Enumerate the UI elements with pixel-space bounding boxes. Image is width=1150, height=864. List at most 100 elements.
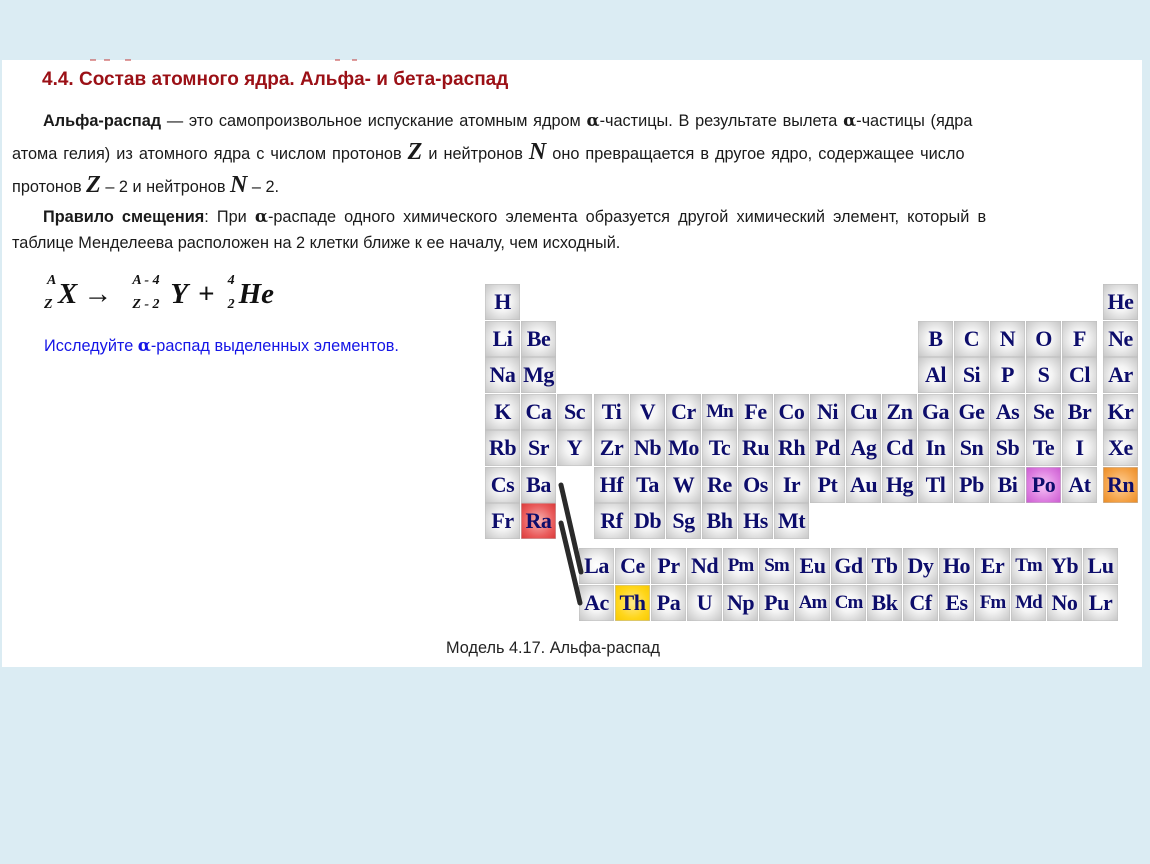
element-cell-in[interactable]: In bbox=[918, 430, 953, 466]
element-cell-li[interactable]: Li bbox=[485, 320, 520, 357]
element-cell-la[interactable]: La bbox=[579, 548, 614, 584]
element-cell-pm[interactable]: Pm bbox=[723, 548, 758, 584]
element-cell-zr[interactable]: Zr bbox=[594, 430, 629, 466]
element-cell-pu[interactable]: Pu bbox=[759, 585, 794, 621]
element-cell-eu[interactable]: Eu bbox=[795, 548, 830, 584]
element-cell-u[interactable]: U bbox=[687, 585, 722, 621]
element-cell-ne[interactable]: Ne bbox=[1103, 320, 1138, 357]
element-cell-pd[interactable]: Pd bbox=[810, 430, 845, 466]
element-cell-kr[interactable]: Kr bbox=[1103, 393, 1138, 430]
element-cell-rb[interactable]: Rb bbox=[485, 430, 520, 466]
element-cell-se[interactable]: Se bbox=[1026, 393, 1061, 430]
element-cell-tb[interactable]: Tb bbox=[867, 548, 902, 584]
element-cell-te[interactable]: Te bbox=[1026, 430, 1061, 466]
element-cell-bh[interactable]: Bh bbox=[702, 503, 737, 539]
element-cell-ni[interactable]: Ni bbox=[810, 393, 845, 430]
element-cell-tl[interactable]: Tl bbox=[918, 466, 953, 503]
element-cell-at[interactable]: At bbox=[1062, 466, 1097, 503]
element-cell-sn[interactable]: Sn bbox=[954, 430, 989, 466]
element-cell-sg[interactable]: Sg bbox=[666, 503, 701, 539]
element-cell-am[interactable]: Am bbox=[795, 585, 830, 621]
element-cell-pb[interactable]: Pb bbox=[954, 466, 989, 503]
element-cell-as[interactable]: As bbox=[990, 393, 1025, 430]
element-cell-tm[interactable]: Tm bbox=[1011, 548, 1046, 584]
element-cell-mn[interactable]: Mn bbox=[702, 393, 737, 430]
element-cell-ir[interactable]: Ir bbox=[774, 466, 809, 503]
element-cell-be[interactable]: Be bbox=[521, 320, 556, 357]
element-cell-n[interactable]: N bbox=[990, 320, 1025, 357]
element-cell-fe[interactable]: Fe bbox=[738, 393, 773, 430]
element-cell-er[interactable]: Er bbox=[975, 548, 1010, 584]
element-cell-no[interactable]: No bbox=[1047, 585, 1082, 621]
element-cell-ge[interactable]: Ge bbox=[954, 393, 989, 430]
element-cell-es[interactable]: Es bbox=[939, 585, 974, 621]
element-cell-db[interactable]: Db bbox=[630, 503, 665, 539]
element-cell-os[interactable]: Os bbox=[738, 466, 773, 503]
element-cell-ho[interactable]: Ho bbox=[939, 548, 974, 584]
element-cell-ra[interactable]: Ra bbox=[521, 503, 556, 539]
element-cell-k[interactable]: K bbox=[485, 393, 520, 430]
element-cell-dy[interactable]: Dy bbox=[903, 548, 938, 584]
element-cell-re[interactable]: Re bbox=[702, 466, 737, 503]
element-cell-si[interactable]: Si bbox=[954, 357, 989, 393]
element-cell-pt[interactable]: Pt bbox=[810, 466, 845, 503]
element-cell-np[interactable]: Np bbox=[723, 585, 758, 621]
element-cell-rf[interactable]: Rf bbox=[594, 503, 629, 539]
element-cell-pr[interactable]: Pr bbox=[651, 548, 686, 584]
element-cell-ru[interactable]: Ru bbox=[738, 430, 773, 466]
element-cell-ga[interactable]: Ga bbox=[918, 393, 953, 430]
element-cell-al[interactable]: Al bbox=[918, 357, 953, 393]
element-cell-ag[interactable]: Ag bbox=[846, 430, 881, 466]
element-cell-ac[interactable]: Ac bbox=[579, 585, 614, 621]
element-cell-cu[interactable]: Cu bbox=[846, 393, 881, 430]
element-cell-nb[interactable]: Nb bbox=[630, 430, 665, 466]
element-cell-ce[interactable]: Ce bbox=[615, 548, 650, 584]
element-cell-po[interactable]: Po bbox=[1026, 466, 1061, 503]
element-cell-co[interactable]: Co bbox=[774, 393, 809, 430]
element-cell-y[interactable]: Y bbox=[557, 430, 592, 466]
element-cell-mo[interactable]: Mo bbox=[666, 430, 701, 466]
element-cell-lu[interactable]: Lu bbox=[1083, 548, 1118, 584]
element-cell-yb[interactable]: Yb bbox=[1047, 548, 1082, 584]
element-cell-cf[interactable]: Cf bbox=[903, 585, 938, 621]
element-cell-cm[interactable]: Cm bbox=[831, 585, 866, 621]
element-cell-lr[interactable]: Lr bbox=[1083, 585, 1118, 621]
element-cell-sr[interactable]: Sr bbox=[521, 430, 556, 466]
element-cell-ar[interactable]: Ar bbox=[1103, 357, 1138, 393]
element-cell-br[interactable]: Br bbox=[1062, 393, 1097, 430]
element-cell-mg[interactable]: Mg bbox=[521, 357, 556, 393]
element-cell-hf[interactable]: Hf bbox=[594, 466, 629, 503]
element-cell-fm[interactable]: Fm bbox=[975, 585, 1010, 621]
element-cell-nd[interactable]: Nd bbox=[687, 548, 722, 584]
element-cell-sm[interactable]: Sm bbox=[759, 548, 794, 584]
element-cell-s[interactable]: S bbox=[1026, 357, 1061, 393]
element-cell-he[interactable]: He bbox=[1103, 284, 1138, 320]
element-cell-fr[interactable]: Fr bbox=[485, 503, 520, 539]
element-cell-ti[interactable]: Ti bbox=[594, 393, 629, 430]
element-cell-v[interactable]: V bbox=[630, 393, 665, 430]
element-cell-rn[interactable]: Rn bbox=[1103, 466, 1138, 503]
element-cell-cd[interactable]: Cd bbox=[882, 430, 917, 466]
element-cell-na[interactable]: Na bbox=[485, 357, 520, 393]
element-cell-pa[interactable]: Pa bbox=[651, 585, 686, 621]
element-cell-gd[interactable]: Gd bbox=[831, 548, 866, 584]
element-cell-hs[interactable]: Hs bbox=[738, 503, 773, 539]
element-cell-rh[interactable]: Rh bbox=[774, 430, 809, 466]
element-cell-sc[interactable]: Sc bbox=[557, 393, 592, 430]
element-cell-bk[interactable]: Bk bbox=[867, 585, 902, 621]
element-cell-cl[interactable]: Cl bbox=[1062, 357, 1097, 393]
element-cell-w[interactable]: W bbox=[666, 466, 701, 503]
element-cell-ta[interactable]: Ta bbox=[630, 466, 665, 503]
element-cell-f[interactable]: F bbox=[1062, 320, 1097, 357]
element-cell-h[interactable]: H bbox=[485, 284, 520, 320]
element-cell-bi[interactable]: Bi bbox=[990, 466, 1025, 503]
element-cell-mt[interactable]: Mt bbox=[774, 503, 809, 539]
element-cell-xe[interactable]: Xe bbox=[1103, 430, 1138, 466]
element-cell-ba[interactable]: Ba bbox=[521, 466, 556, 503]
element-cell-md[interactable]: Md bbox=[1011, 585, 1046, 621]
element-cell-sb[interactable]: Sb bbox=[990, 430, 1025, 466]
element-cell-cr[interactable]: Cr bbox=[666, 393, 701, 430]
element-cell-c[interactable]: C bbox=[954, 320, 989, 357]
element-cell-hg[interactable]: Hg bbox=[882, 466, 917, 503]
element-cell-ca[interactable]: Ca bbox=[521, 393, 556, 430]
